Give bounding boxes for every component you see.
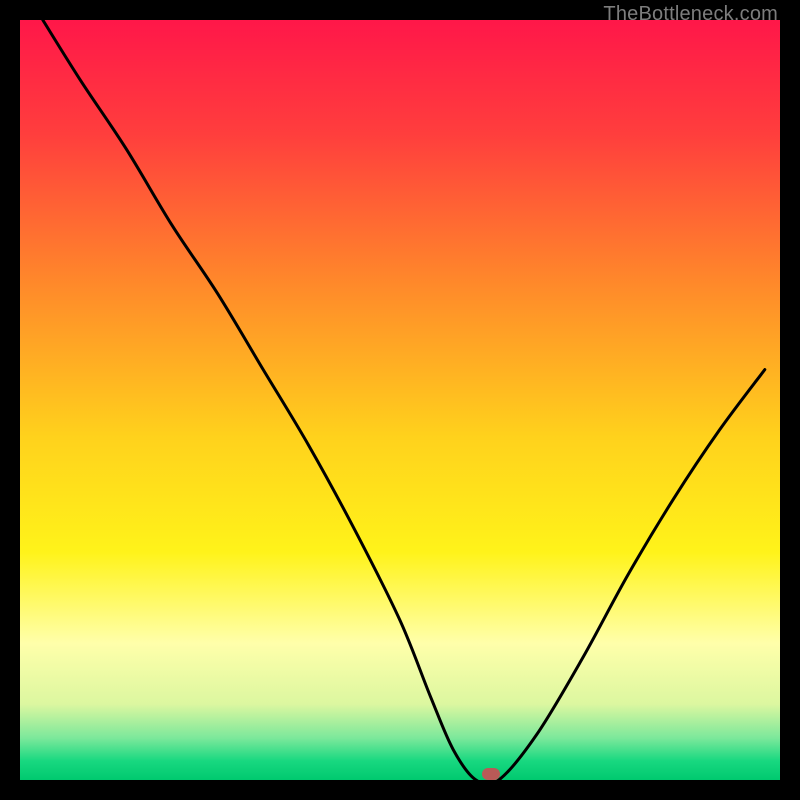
chart-frame: TheBottleneck.com [0, 0, 800, 800]
bottleneck-curve-path [43, 20, 765, 780]
curve-layer [20, 20, 780, 780]
plot-area [20, 20, 780, 780]
bottleneck-marker [482, 768, 500, 780]
